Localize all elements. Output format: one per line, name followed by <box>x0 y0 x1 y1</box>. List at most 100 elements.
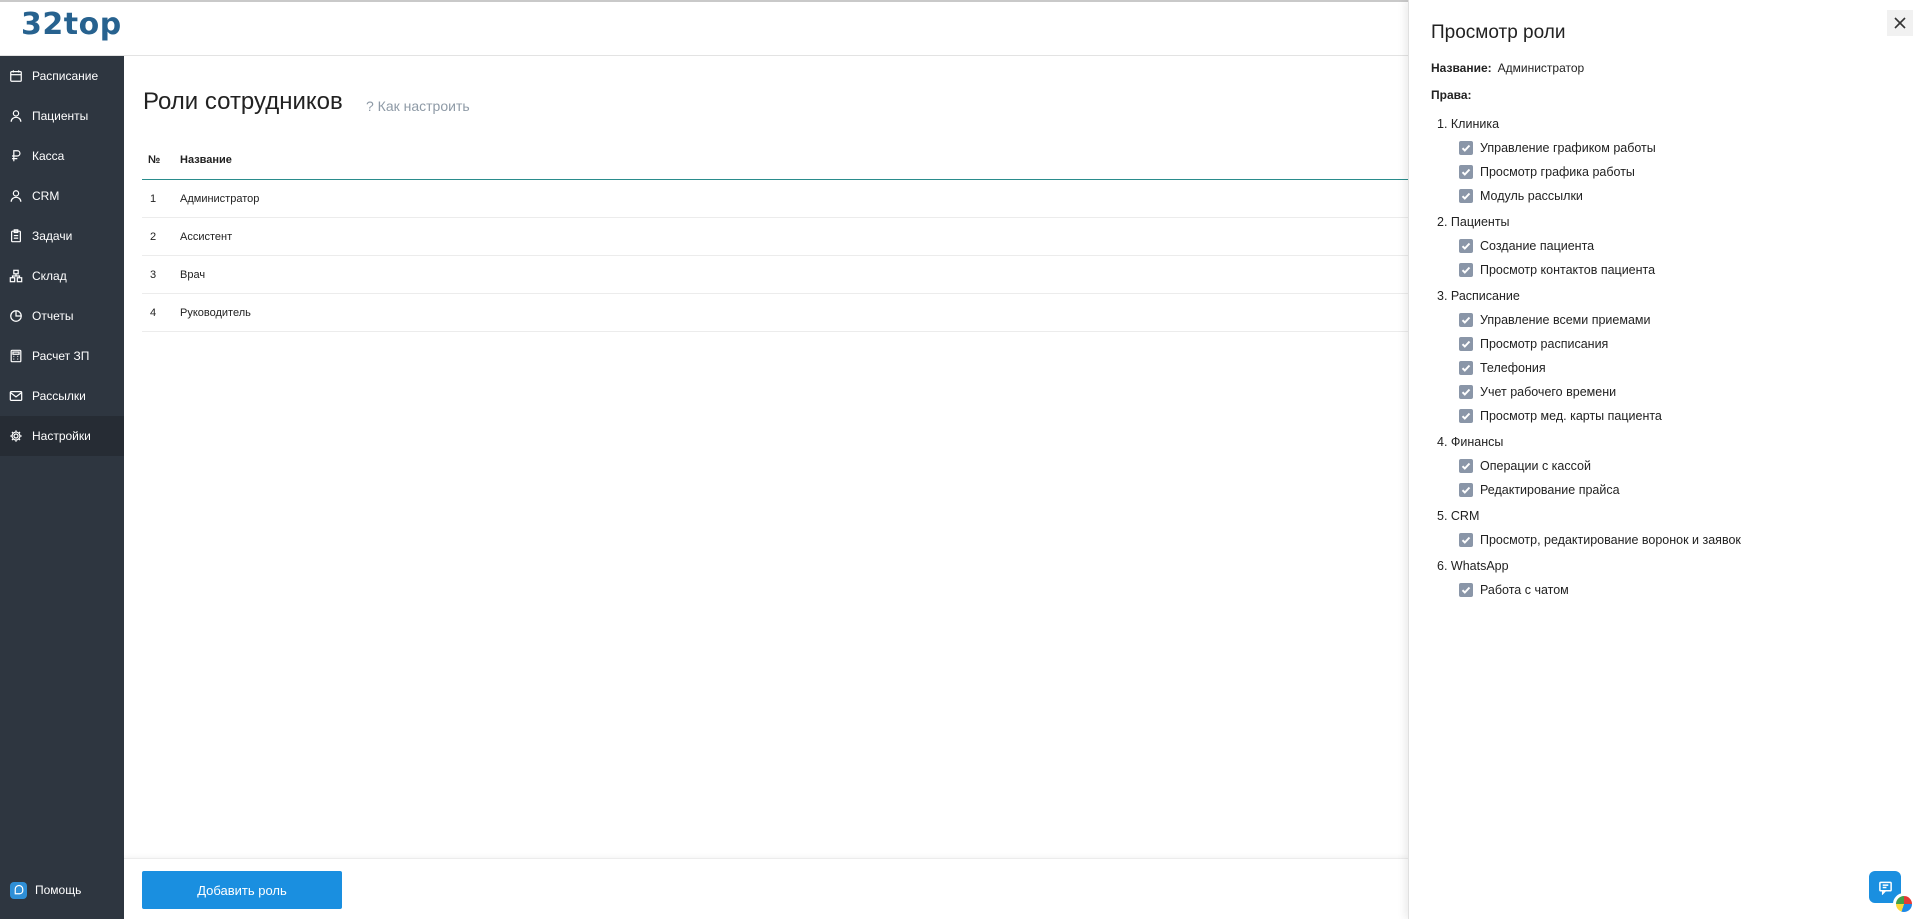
checkbox-checked <box>1459 239 1473 253</box>
permission-label: Телефония <box>1480 361 1546 375</box>
permission-item: Учет рабочего времени <box>1431 380 1901 404</box>
checkbox-checked <box>1459 189 1473 203</box>
table-row[interactable]: 2 Ассистент <box>142 218 1408 256</box>
role-name-label: Название: <box>1431 61 1492 75</box>
permission-label: Просмотр мед. карты пациента <box>1480 409 1662 423</box>
sidebar-item-label: CRM <box>32 189 60 203</box>
checkbox-checked <box>1459 337 1473 351</box>
permission-item: Редактирование прайса <box>1431 478 1901 502</box>
sidebar-item-payroll[interactable]: Расчет ЗП <box>0 336 124 376</box>
permission-label: Учет рабочего времени <box>1480 385 1617 399</box>
permission-item: Управление всеми приемами <box>1431 308 1901 332</box>
column-header-number: № <box>148 154 161 166</box>
sidebar-item-label: Склад <box>32 269 67 283</box>
permission-label: Работа с чатом <box>1480 583 1569 597</box>
support-widget-icon[interactable] <box>1893 893 1915 915</box>
permission-group: 5. CRM Просмотр, редактирование воронок … <box>1431 504 1901 552</box>
chat-icon <box>1878 881 1892 895</box>
sidebar-item-tasks[interactable]: Задачи <box>0 216 124 256</box>
permission-group: 4. Финансы Операции с кассой Редактирова… <box>1431 430 1901 502</box>
sidebar-item-warehouse[interactable]: Склад <box>0 256 124 296</box>
permission-item: Работа с чатом <box>1431 578 1901 602</box>
row-number: 2 <box>150 230 157 243</box>
table-row[interactable]: 1 Администратор <box>142 180 1408 218</box>
rights-heading: Права: <box>1431 88 1478 102</box>
sidebar-item-label: Отчеты <box>32 309 74 323</box>
sidebar-item-label: Расчет ЗП <box>32 349 90 363</box>
calculator-icon <box>8 349 23 364</box>
sidebar-item-crm[interactable]: CRM <box>0 176 124 216</box>
user-icon <box>8 189 23 204</box>
permission-label: Операции с кассой <box>1480 459 1591 473</box>
checkbox-checked <box>1459 361 1473 375</box>
permission-group-title: 3. Расписание <box>1437 289 1520 303</box>
role-name: Врач <box>180 268 206 281</box>
row-number: 1 <box>150 192 157 205</box>
role-name-value: Администратор <box>1497 61 1585 75</box>
role-name: Администратор <box>180 192 260 205</box>
role-name-line: Название: Администратор <box>1431 61 1584 75</box>
ruble-icon <box>8 149 23 164</box>
checkbox-checked <box>1459 165 1473 179</box>
checkmark-icon <box>1461 486 1471 494</box>
permission-label: Просмотр, редактирование воронок и заяво… <box>1480 533 1741 547</box>
permission-group: 3. Расписание Управление всеми приемами … <box>1431 284 1901 428</box>
sidebar-item-label: Рассылки <box>32 389 86 403</box>
roles-table: № Название 1 Администратор 2 Ассистент 3… <box>142 154 1408 332</box>
checkmark-icon <box>1461 266 1471 274</box>
role-name: Руководитель <box>180 306 251 319</box>
checkbox-checked <box>1459 313 1473 327</box>
sidebar-item-label: Задачи <box>32 229 73 243</box>
pie-chart-icon <box>8 309 23 324</box>
calendar-icon <box>8 69 23 84</box>
permission-item: Просмотр мед. карты пациента <box>1431 404 1901 428</box>
permission-label: Управление графиком работы <box>1480 141 1656 155</box>
table-header: № Название <box>142 154 1408 180</box>
panel-title: Просмотр роли <box>1431 22 1566 43</box>
role-name: Ассистент <box>180 230 233 243</box>
checkbox-checked <box>1459 483 1473 497</box>
table-row[interactable]: 3 Врач <box>142 256 1408 294</box>
sidebar-item-mailings[interactable]: Рассылки <box>0 376 124 416</box>
permission-item: Просмотр графика работы <box>1431 160 1901 184</box>
sidebar-item-cashbox[interactable]: Касса <box>0 136 124 176</box>
help-icon <box>10 881 27 899</box>
checkmark-icon <box>1461 586 1471 594</box>
close-button[interactable] <box>1887 10 1913 36</box>
table-row[interactable]: 4 Руководитель <box>142 294 1408 332</box>
permission-item: Телефония <box>1431 356 1901 380</box>
rights-label: Права: <box>1431 88 1472 102</box>
role-view-panel: Просмотр роли Название: Администратор Пра… <box>1408 0 1919 919</box>
app-logo[interactable]: 32top <box>21 7 122 42</box>
checkbox-checked <box>1459 459 1473 473</box>
checkbox-checked <box>1459 385 1473 399</box>
sidebar-item-settings[interactable]: Настройки <box>0 416 124 456</box>
checkbox-checked <box>1459 409 1473 423</box>
checkmark-icon <box>1461 340 1471 348</box>
column-header-name: Название <box>180 154 232 166</box>
permission-item: Модуль рассылки <box>1431 184 1901 208</box>
permission-group: 6. WhatsApp Работа с чатом <box>1431 554 1901 602</box>
permission-label: Создание пациента <box>1480 239 1595 253</box>
add-role-button[interactable]: Добавить роль <box>142 871 342 909</box>
checkmark-icon <box>1461 412 1471 420</box>
checkmark-icon <box>1461 536 1471 544</box>
sidebar-item-label: Расписание <box>32 69 99 83</box>
checkmark-icon <box>1461 144 1471 152</box>
help-button[interactable]: Помощь <box>0 876 124 904</box>
row-number: 3 <box>150 268 157 281</box>
permission-group-title: 1. Клиника <box>1437 117 1500 131</box>
permission-item: Операции с кассой <box>1431 454 1901 478</box>
checkbox-checked <box>1459 141 1473 155</box>
permission-item: Создание пациента <box>1431 234 1901 258</box>
sidebar-item-reports[interactable]: Отчеты <box>0 296 124 336</box>
sidebar-item-patients[interactable]: Пациенты <box>0 96 124 136</box>
permission-label: Просмотр расписания <box>1480 337 1609 351</box>
checkmark-icon <box>1461 242 1471 250</box>
user-icon <box>8 109 23 124</box>
help-label: Помощь <box>35 883 82 897</box>
permission-item: Управление графиком работы <box>1431 136 1901 160</box>
sidebar-item-schedule[interactable]: Расписание <box>0 56 124 96</box>
how-to-configure-link[interactable]: ? Как настроить <box>366 98 470 114</box>
checkmark-icon <box>1461 462 1471 470</box>
